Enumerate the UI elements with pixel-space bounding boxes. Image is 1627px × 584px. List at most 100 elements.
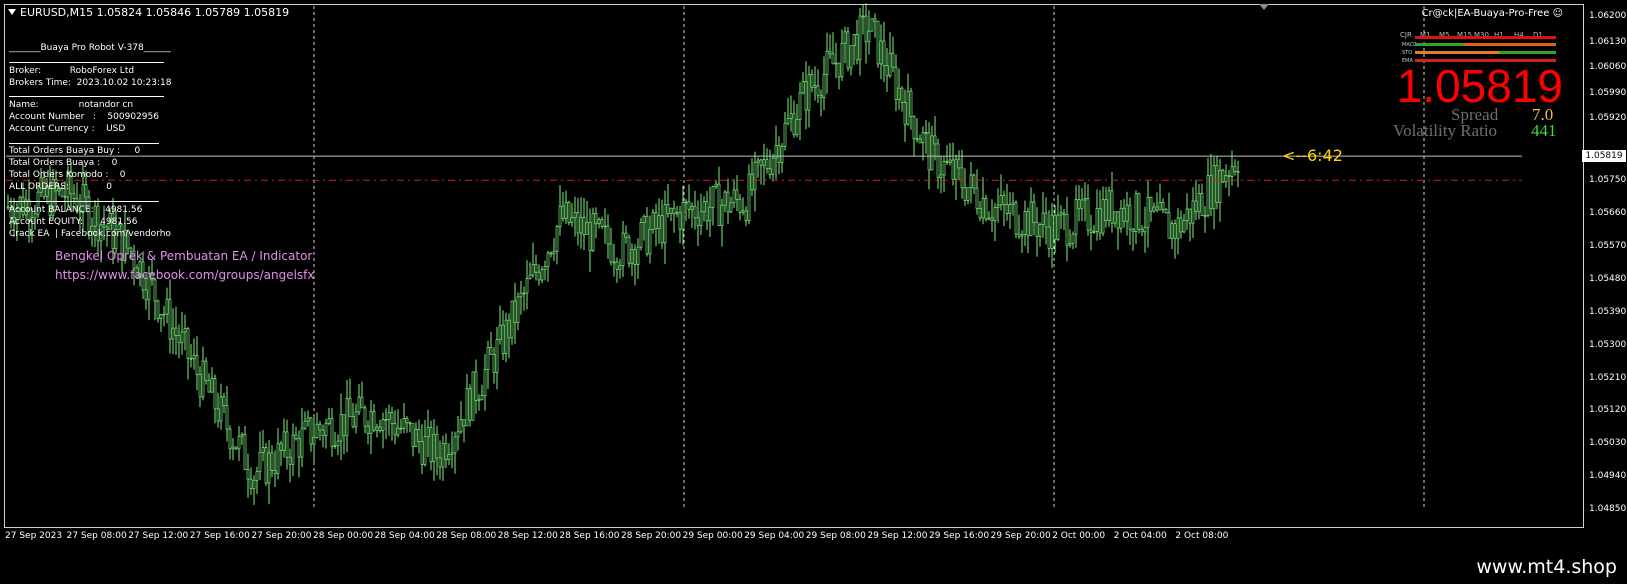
time-axis-label: 28 Sep 08:00 — [436, 531, 497, 541]
price-axis-label: 1.06130 — [1589, 36, 1627, 47]
candle-body — [252, 479, 256, 490]
candle-body — [1137, 193, 1141, 230]
time-axis-label: 28 Sep 16:00 — [559, 531, 620, 541]
candle-body — [333, 445, 337, 448]
volatility-label: Volatility Ratio — [1393, 121, 1498, 140]
candle-body — [639, 222, 643, 248]
candle-body — [1074, 199, 1078, 235]
candle-body — [1167, 212, 1171, 239]
candle-body — [432, 433, 436, 463]
candle-body — [549, 252, 553, 255]
candle-body — [846, 31, 850, 69]
candle-body — [462, 419, 466, 427]
candle-body — [756, 159, 760, 163]
candle-body — [840, 42, 844, 78]
candle-body — [522, 292, 526, 295]
expert-advisor-name[interactable]: Cr@ck|EA-Buaya-Pro-Free ☺ — [1422, 8, 1563, 19]
candle-body — [999, 195, 1003, 206]
candle-body — [915, 138, 919, 141]
candle-body — [297, 438, 301, 458]
candle-body — [573, 212, 577, 218]
candle-body — [903, 102, 907, 125]
candle-body — [1191, 200, 1195, 224]
candle-body — [1140, 228, 1144, 233]
candle-body — [966, 187, 970, 201]
candle-body — [984, 198, 988, 220]
candle-body — [654, 212, 658, 230]
time-axis-label: 2 Oct 04:00 — [1113, 531, 1167, 541]
candle-body — [615, 261, 619, 270]
candle-body — [405, 418, 409, 424]
candle-body — [789, 113, 793, 119]
price-chart[interactable] — [0, 0, 1627, 584]
time-axis-label: 2 Oct 08:00 — [1175, 531, 1229, 541]
candle-body — [357, 396, 361, 413]
indicator-label: STO — [1402, 50, 1413, 56]
candle-body — [1158, 201, 1162, 211]
candle-body — [519, 292, 523, 298]
candle-body — [501, 324, 505, 354]
candle-body — [480, 395, 484, 401]
candle-body — [711, 186, 715, 208]
candle-body — [537, 271, 541, 281]
candle-body — [930, 135, 934, 171]
candle-body — [750, 173, 754, 191]
candle-body — [534, 264, 538, 273]
candle-body — [981, 198, 985, 219]
candle-body — [825, 50, 829, 75]
candle-body — [771, 157, 775, 175]
candle-body — [555, 226, 559, 252]
time-axis-label: 27 Sep 12:00 — [128, 531, 189, 541]
candle-body — [561, 205, 565, 219]
price-axis-label: 1.04940 — [1589, 471, 1627, 482]
candle-body — [468, 387, 472, 421]
candle-body — [777, 145, 781, 163]
candle-body — [393, 423, 397, 436]
candle-body — [1023, 211, 1027, 236]
candle-body — [1149, 196, 1153, 212]
candle-body — [345, 398, 349, 437]
candle-body — [780, 146, 784, 163]
candle-body — [351, 415, 355, 428]
candle-body — [1215, 165, 1219, 203]
candle-body — [426, 426, 430, 438]
orders-buaya-line: Total Orders Buaya : 0 — [9, 158, 118, 168]
indicator-signal-bar — [1415, 43, 1556, 46]
chart-shift-marker-icon[interactable] — [1259, 4, 1269, 10]
promo-link[interactable]: https://www.facebook.com/groups/angelsfx — [55, 268, 314, 282]
candle-body — [741, 210, 745, 213]
candle-body — [906, 90, 910, 125]
time-axis-label: 27 Sep 2023 — [5, 531, 63, 541]
candle-body — [1125, 204, 1129, 222]
ea-name-text: Cr@ck|EA-Buaya-Pro-Free — [1421, 8, 1550, 19]
candle-body — [735, 189, 739, 200]
separator-line — [9, 96, 164, 97]
price-axis-label: 1.05480 — [1589, 273, 1627, 284]
candle-body — [705, 201, 709, 222]
candle-body — [678, 212, 682, 230]
candle-body — [1131, 228, 1135, 232]
candle-body — [258, 451, 262, 473]
candle-body — [693, 205, 697, 219]
candle-body — [165, 298, 169, 315]
candle-body — [330, 418, 334, 448]
candle-body — [729, 202, 733, 213]
candle-body — [162, 313, 166, 316]
candle-body — [1038, 224, 1042, 237]
candle-body — [216, 408, 220, 422]
candle-body — [396, 427, 400, 436]
candle-body — [1188, 208, 1192, 224]
dropdown-triangle-icon[interactable] — [8, 9, 16, 15]
candle-body — [1014, 202, 1018, 235]
candle-body — [492, 354, 496, 373]
candle-body — [1104, 199, 1108, 221]
candle-body — [912, 116, 916, 140]
candle-body — [687, 201, 691, 210]
symbol-quote-line: EURUSD,M15 1.05824 1.05846 1.05789 1.058… — [20, 6, 290, 19]
candle-body — [282, 431, 286, 451]
candle-body — [723, 191, 727, 206]
candle-body — [144, 289, 148, 301]
candle-body — [768, 168, 772, 175]
candle-body — [423, 436, 427, 465]
candle-body — [528, 274, 532, 279]
